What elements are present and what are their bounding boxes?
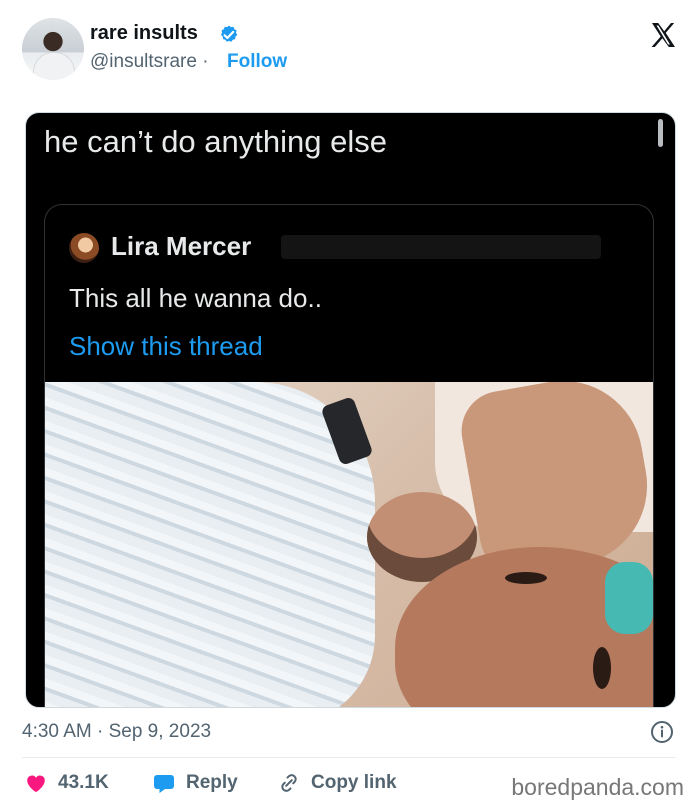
author-name[interactable]: rare insults bbox=[90, 22, 198, 45]
pacifier-shape bbox=[605, 562, 653, 634]
info-icon[interactable] bbox=[650, 720, 674, 744]
eye-shape bbox=[505, 572, 547, 584]
copy-link-label: Copy link bbox=[311, 772, 397, 793]
redacted-handle-area bbox=[281, 235, 601, 259]
screenshot-caption: he can’t do anything else bbox=[44, 124, 387, 159]
x-logo-icon[interactable] bbox=[648, 20, 678, 50]
copy-link-button[interactable]: Copy link bbox=[277, 768, 397, 798]
action-divider bbox=[22, 757, 676, 758]
quoted-author-avatar bbox=[69, 233, 99, 263]
reply-label: Reply bbox=[186, 772, 238, 793]
verified-badge-icon bbox=[220, 25, 238, 42]
screenshot-scrollbar bbox=[658, 119, 663, 147]
tweet-media-screenshot[interactable]: he can’t do anything else Lira Mercer Th… bbox=[25, 112, 676, 708]
reply-button[interactable]: Reply bbox=[152, 768, 238, 798]
post-timestamp[interactable]: 4:30 AM · Sep 9, 2023 bbox=[22, 721, 211, 743]
blanket-shape bbox=[45, 382, 375, 707]
link-icon bbox=[281, 774, 297, 792]
quoted-post-text: This all he wanna do.. bbox=[69, 283, 322, 313]
speech-bubble-icon bbox=[154, 775, 174, 793]
handle-separator: · bbox=[202, 51, 209, 72]
eye-shape bbox=[593, 647, 611, 689]
like-button[interactable]: 43.1K bbox=[24, 768, 109, 798]
quoted-author-name: Lira Mercer bbox=[111, 231, 252, 261]
author-handle[interactable]: @insultsrare · bbox=[90, 51, 209, 73]
author-avatar[interactable] bbox=[22, 18, 84, 80]
site-watermark: boredpanda.com bbox=[511, 774, 684, 800]
quoted-post-photo[interactable] bbox=[45, 382, 653, 707]
quoted-post-card[interactable]: Lira Mercer This all he wanna do.. Show … bbox=[44, 204, 654, 707]
handle-text[interactable]: @insultsrare bbox=[90, 51, 197, 72]
like-count: 43.1K bbox=[58, 772, 109, 793]
follow-button[interactable]: Follow bbox=[227, 51, 287, 73]
tweet-header: rare insults @insultsrare · Follow bbox=[22, 18, 682, 80]
show-thread-link[interactable]: Show this thread bbox=[69, 331, 263, 362]
heart-icon bbox=[27, 775, 45, 793]
